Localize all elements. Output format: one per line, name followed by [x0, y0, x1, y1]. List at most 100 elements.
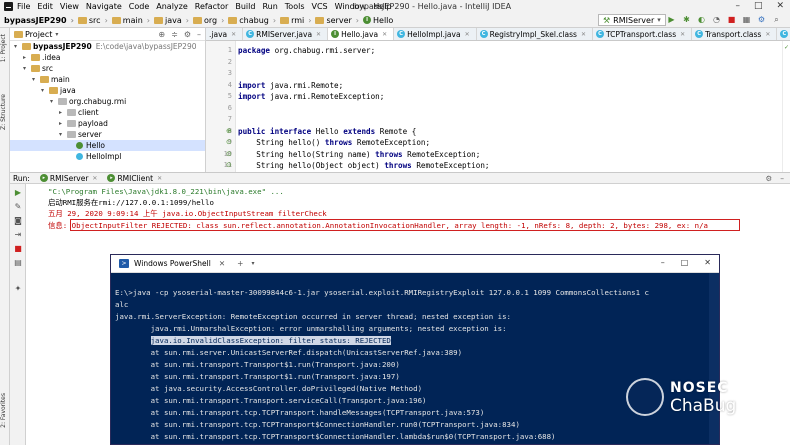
hide-icon[interactable]: – — [197, 30, 201, 39]
tree-item[interactable]: ▾ server — [10, 129, 205, 140]
menu-item-run[interactable]: Run — [262, 2, 277, 11]
chevron-down-icon[interactable]: ▾ — [14, 43, 22, 50]
sidebar-tab-structure[interactable]: Z: Structure — [0, 94, 10, 130]
chevron-right-icon[interactable]: ▸ — [23, 54, 31, 61]
run-configuration-select[interactable]: ⚒ RMIServer ▾ — [598, 14, 666, 26]
collapse-icon[interactable]: ≑ — [171, 30, 178, 39]
search-icon[interactable]: ⌕ — [772, 15, 781, 24]
gear-icon[interactable]: ⚙ — [184, 30, 191, 39]
layout-icon[interactable]: ▤ — [13, 258, 23, 268]
close-icon[interactable]: ✕ — [465, 31, 470, 38]
close-icon[interactable]: ✕ — [231, 31, 236, 38]
implemented-icon[interactable]: ⊕ — [226, 126, 232, 137]
close-icon[interactable]: ✕ — [316, 31, 321, 38]
menu-item-tools[interactable]: Tools — [285, 2, 305, 11]
breadcrumb-item[interactable]: rmi › — [280, 16, 315, 25]
close-icon[interactable]: ✕ — [219, 259, 225, 268]
menu-item-build[interactable]: Build — [235, 2, 255, 11]
chevron-down-icon[interactable]: ▾ — [251, 260, 254, 267]
locate-icon[interactable]: ⊕ — [158, 30, 165, 39]
chevron-down-icon[interactable]: ▾ — [50, 98, 58, 105]
code-area[interactable]: package org.chabug.rmi.server; import jav… — [238, 41, 790, 172]
debug-icon[interactable]: ✱ — [682, 15, 691, 24]
breadcrumb-item[interactable]: I Hello — [363, 16, 393, 25]
structure-icon[interactable]: ▦ — [742, 15, 751, 24]
minimize-icon[interactable]: – — [661, 258, 665, 267]
tree-item[interactable]: ▸ client — [10, 107, 205, 118]
close-icon[interactable]: ✕ — [765, 31, 770, 38]
maximize-icon[interactable]: □ — [754, 1, 763, 11]
menu-item-navigate[interactable]: Navigate — [86, 2, 122, 11]
tree-item[interactable]: ▾ bypassJEP290 E:\code\java\bypassJEP290 — [10, 41, 205, 52]
menu-item-file[interactable]: File — [17, 2, 30, 11]
gear-icon[interactable]: ⚙ — [766, 174, 773, 183]
menu-item-edit[interactable]: Edit — [37, 2, 53, 11]
menu-item-analyze[interactable]: Analyze — [156, 2, 188, 11]
run-tab-rmiserver[interactable]: ▸ RMIServer ✕ — [39, 174, 97, 183]
tree-item[interactable]: HelloImpl — [10, 151, 205, 162]
tree-item[interactable]: ▾ main — [10, 74, 205, 85]
new-tab-icon[interactable]: + — [237, 259, 243, 268]
stop-icon[interactable]: ■ — [13, 244, 23, 254]
chevron-down-icon[interactable]: ▾ — [41, 87, 49, 94]
editor-scrollbar[interactable]: ✓ — [782, 41, 790, 172]
pin-icon[interactable]: ✦ — [13, 284, 23, 294]
chevron-down-icon[interactable]: ▾ — [59, 131, 67, 138]
close-icon[interactable]: ✕ — [776, 1, 784, 11]
menu-item-code[interactable]: Code — [129, 2, 149, 11]
implemented-icon[interactable]: ⊙ — [226, 160, 232, 171]
tree-item[interactable]: Hello — [10, 140, 205, 151]
project-view-selector[interactable]: Project — [25, 30, 52, 39]
wrench-icon[interactable]: ✎ — [13, 202, 23, 212]
implemented-icon[interactable]: ⊙ — [226, 149, 232, 160]
breadcrumb-item[interactable]: java › — [153, 16, 193, 25]
run-icon[interactable]: ▶ — [667, 15, 676, 24]
close-icon[interactable]: ✕ — [704, 258, 711, 267]
camera-icon[interactable]: ◙ — [13, 216, 23, 226]
tree-item[interactable]: ▾ org.chabug.rmi — [10, 96, 205, 107]
maximize-icon[interactable]: □ — [681, 258, 689, 267]
chevron-right-icon[interactable]: ▸ — [59, 109, 67, 116]
profile-icon[interactable]: ◔ — [712, 15, 721, 24]
rerun-icon[interactable]: ▶ — [13, 188, 23, 198]
breadcrumb-item[interactable]: main › — [111, 16, 154, 25]
tree-item[interactable]: ▸ .idea — [10, 52, 205, 63]
hide-icon[interactable]: – — [780, 174, 784, 183]
tree-item[interactable]: ▾ java — [10, 85, 205, 96]
chevron-right-icon[interactable]: ▸ — [59, 120, 67, 127]
editor-tab[interactable]: C RegistryImpl_Skel.class ✕ — [477, 28, 593, 40]
settings-icon[interactable]: ⚙ — [757, 15, 766, 24]
close-icon[interactable]: ✕ — [382, 31, 387, 38]
exit-icon[interactable]: ⇥ — [13, 230, 23, 240]
minimize-icon[interactable]: – — [735, 1, 740, 11]
close-icon[interactable]: ✕ — [157, 175, 162, 182]
breadcrumb-item[interactable]: src › — [77, 16, 112, 25]
close-icon[interactable]: ✕ — [680, 31, 685, 38]
tree-item[interactable]: ▾ src — [10, 63, 205, 74]
menu-item-view[interactable]: View — [60, 2, 79, 11]
editor-tab[interactable]: .java ✕ — [206, 28, 244, 40]
editor-tab[interactable]: C RMIServer.java ✕ — [243, 28, 329, 40]
menu-item-vcs[interactable]: VCS — [312, 2, 328, 11]
breadcrumb-item[interactable]: org › — [192, 16, 228, 25]
editor-tab[interactable]: I Hello.java ✕ — [328, 28, 395, 40]
breadcrumb-item[interactable]: bypassJEP290 › — [4, 16, 78, 25]
close-icon[interactable]: ✕ — [581, 31, 586, 38]
breadcrumb-item[interactable]: chabug › — [228, 16, 280, 25]
editor-tab[interactable]: CUnicastServerR — [777, 28, 790, 40]
breadcrumb-item[interactable]: server › — [315, 16, 363, 25]
editor-tab[interactable]: C HelloImpl.java ✕ — [394, 28, 477, 40]
stop-icon[interactable]: ■ — [727, 15, 736, 24]
sidebar-tab-project[interactable]: 1: Project — [0, 34, 10, 62]
menu-item-refactor[interactable]: Refactor — [195, 2, 229, 11]
chevron-down-icon[interactable]: ▾ — [32, 76, 40, 83]
editor-tab[interactable]: C TCPTransport.class ✕ — [593, 28, 693, 40]
coverage-icon[interactable]: ◐ — [697, 15, 706, 24]
chevron-down-icon[interactable]: ▾ — [23, 65, 31, 72]
implemented-icon[interactable]: ⊙ — [226, 137, 232, 148]
sidebar-tab-favorites[interactable]: 2: Favorites — [0, 393, 10, 428]
editor-tab[interactable]: C Transport.class ✕ — [692, 28, 778, 40]
close-icon[interactable]: ✕ — [92, 175, 97, 182]
tree-item[interactable]: ▸ payload — [10, 118, 205, 129]
run-tab-rmiclient[interactable]: ▸ RMIClient ✕ — [107, 174, 162, 183]
